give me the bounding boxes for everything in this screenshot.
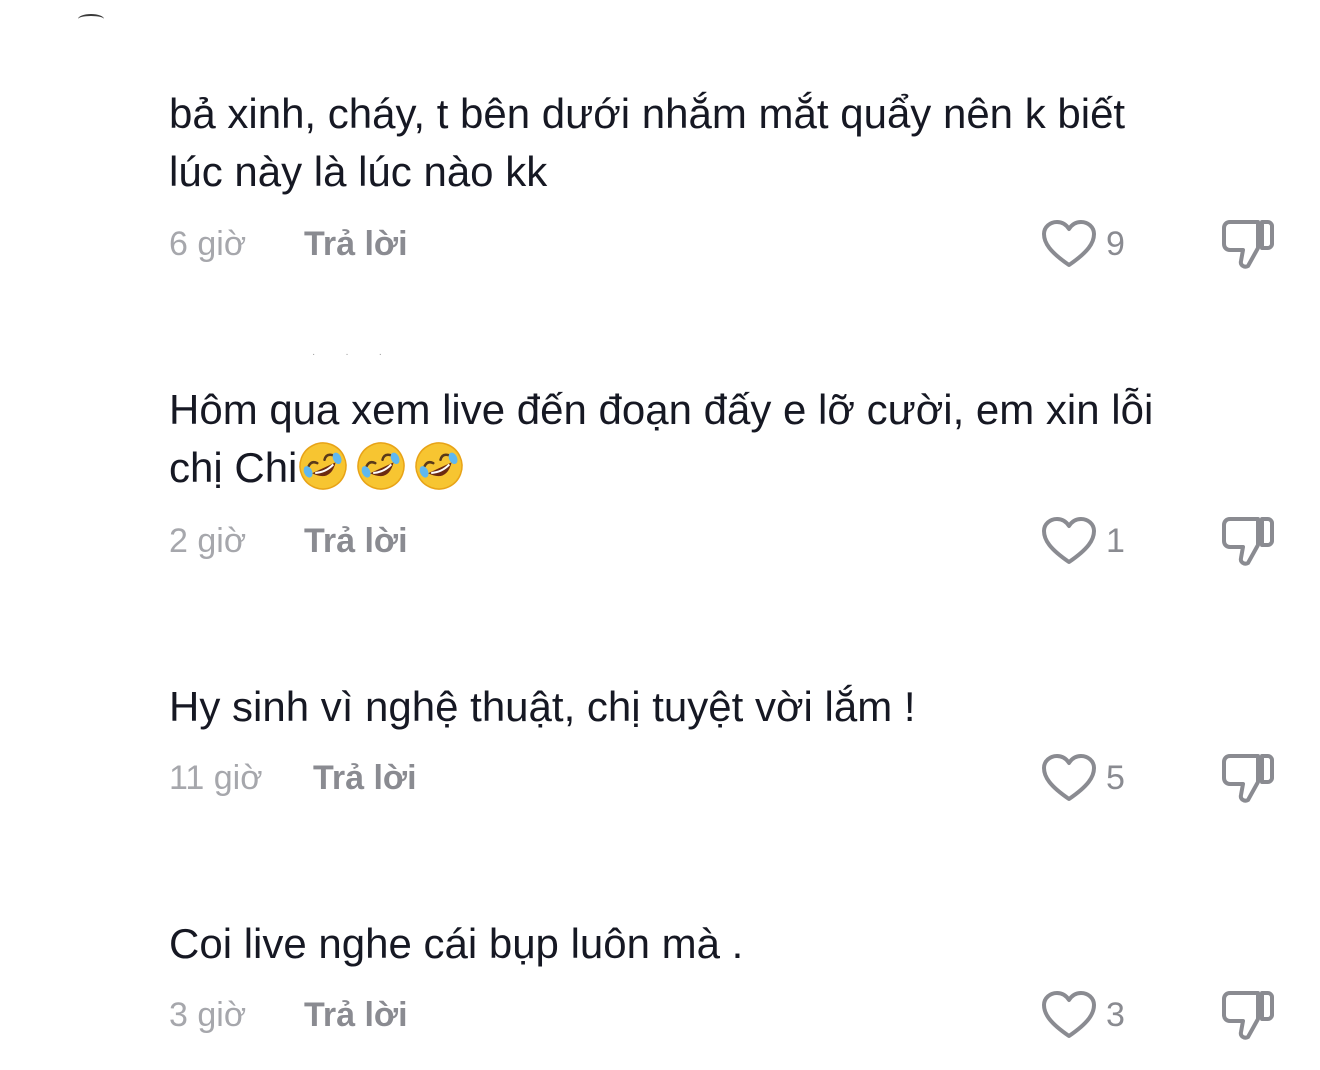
cropped-avatar-edge [78,14,104,24]
comment-text: Coi live nghe cái bụp luôn mà . [169,920,744,967]
cropped-username-edge: ··· [312,349,412,360]
comment-time: 3 giờ [169,996,247,1034]
thumbs-down-outline-icon [1222,517,1274,566]
comment-text: bả xinh, cháy, t bên dưới nhắm mắt quẩy … [169,90,1126,195]
thumbs-down-outline-icon [1222,991,1274,1040]
like-count: 9 [1106,225,1125,263]
heart-outline-icon [1042,991,1096,1038]
rolling-on-floor-laughing-icon [297,440,349,492]
reply-button[interactable]: Trả lời [304,224,408,264]
like-count: 5 [1106,759,1125,797]
like-count: 1 [1106,522,1125,560]
rolling-on-floor-laughing-icon [355,440,407,492]
like-button[interactable] [1040,218,1098,270]
like-button[interactable] [1040,989,1098,1041]
comment-time: 2 giờ [169,522,247,560]
comment-time: 11 giờ [169,759,263,797]
heart-outline-icon [1042,220,1096,267]
dislike-button[interactable] [1218,513,1276,569]
thumbs-down-outline-icon [1222,754,1274,803]
dislike-button[interactable] [1218,750,1276,806]
rolling-on-floor-laughing-icon [413,440,465,492]
reply-button[interactable]: Trả lời [313,758,417,798]
heart-outline-icon [1042,754,1096,801]
comment-time: 6 giờ [169,225,247,263]
comment-text: Hy sinh vì nghệ thuật, chị tuyệt vời lắm… [169,683,916,730]
like-button[interactable] [1040,515,1098,567]
dislike-button[interactable] [1218,987,1276,1043]
heart-outline-icon [1042,517,1096,564]
reply-button[interactable]: Trả lời [304,995,408,1035]
thumbs-down-outline-icon [1222,220,1274,269]
reply-button[interactable]: Trả lời [304,521,408,561]
like-button[interactable] [1040,752,1098,804]
like-count: 3 [1106,996,1125,1034]
comment-text: Hôm qua xem live đến đoạn đấy e lỡ cười,… [169,381,1279,497]
dislike-button[interactable] [1218,216,1276,272]
